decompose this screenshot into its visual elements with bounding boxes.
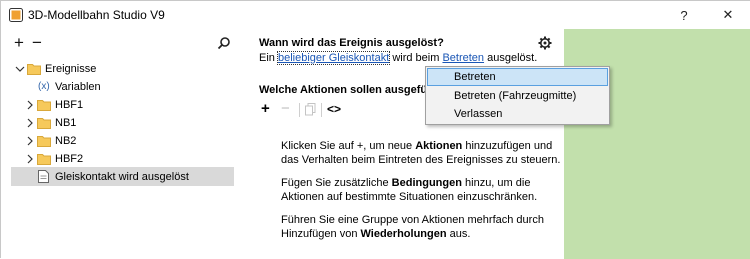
add-action-button[interactable]: + [261,101,270,116]
add-button[interactable]: + [14,34,24,51]
tree-item-label: HBF1 [55,98,84,111]
chevron-right-icon[interactable] [25,154,35,164]
tree-item-label: NB2 [55,134,77,147]
document-icon [38,170,49,183]
option-verlassen[interactable]: Verlassen [427,105,608,123]
code-block-button[interactable]: <> [327,102,341,117]
tree-item-hbf1[interactable]: HBF1 [11,95,234,114]
actions-heading: Welche Aktionen sollen ausgeführt [259,84,442,96]
help-keyword: Aktionen [415,140,463,152]
folder-icon [37,154,51,165]
remove-button[interactable]: − [32,34,42,51]
preview-panel [564,29,750,259]
sentence-text: wird beim [389,52,443,64]
toolbar-divider [321,103,322,117]
folder-icon [37,100,51,111]
trigger-type-link[interactable]: Betreten [442,52,484,64]
remove-action-button[interactable]: − [281,101,290,116]
option-betreten-fahrzeugmitte[interactable]: Betreten (Fahrzeugmitte) [427,87,608,105]
option-betreten[interactable]: Betreten [427,68,608,86]
copy-icon[interactable] [305,103,316,116]
folder-icon [37,136,51,147]
tree-item-gleiskontakt[interactable]: Gleiskontakt wird ausgelöst [11,167,234,186]
help-keyword: Wiederholungen [360,228,447,240]
tree-item-label: Variablen [55,80,101,93]
help-paragraph-actions: Klicken Sie auf +, um neue Aktionen hinz… [281,139,561,167]
help-paragraph-conditions: Fügen Sie zusätzliche Bedingungen hinzu,… [281,176,561,204]
window-title: 3D-Modellbahn Studio V9 [28,8,165,22]
chevron-right-icon[interactable] [25,136,35,146]
title-bar: 3D-Modellbahn Studio V9 ? ✕ [1,1,750,29]
sentence-text: ausgelöst. [484,52,538,64]
trigger-source-link[interactable]: beliebiger Gleiskontakt [276,51,391,65]
gear-icon[interactable] [538,36,552,50]
help-paragraph-loops: Führen Sie eine Gruppe von Aktionen mehr… [281,213,561,241]
help-button[interactable]: ? [661,1,707,29]
tree-item-label: Ereignisse [45,62,97,75]
help-text: Klicken Sie auf +, um neue [281,140,416,152]
tree-item-label: Gleiskontakt wird ausgelöst [55,170,189,183]
trigger-sentence: Ein beliebiger Gleiskontakt wird beim Be… [259,51,538,65]
help-text: Fügen Sie zusätzliche [281,177,392,189]
chevron-right-icon[interactable] [25,100,35,110]
tree-item-ereignisse[interactable]: Ereignisse [11,59,234,78]
trigger-heading: Wann wird das Ereignis ausgelöst? [259,37,444,49]
app-logo-icon [9,8,23,22]
help-keyword: Bedingungen [391,177,462,189]
close-button[interactable]: ✕ [705,1,750,29]
sentence-text: Ein [259,52,278,64]
chevron-down-icon[interactable] [15,64,25,74]
app-window: 3D-Modellbahn Studio V9 ? ✕ + − Ereignis… [0,0,750,259]
tree-item-label: NB1 [55,116,77,129]
trigger-type-dropdown: Betreten Betreten (Fahrzeugmitte) Verlas… [425,66,610,125]
folder-icon [27,64,41,75]
tree-item-nb2[interactable]: NB2 [11,131,234,150]
search-icon[interactable] [217,36,231,50]
folder-icon [37,118,51,129]
events-tree-pane: + − Ereignisse (x) Variablen HBF1 NB1 NB… [1,29,246,259]
variable-icon: (x) [38,81,50,92]
chevron-right-icon[interactable] [25,118,35,128]
tree-item-nb1[interactable]: NB1 [11,113,234,132]
tree-item-hbf2[interactable]: HBF2 [11,149,234,168]
tree-item-variablen[interactable]: (x) Variablen [11,77,234,96]
help-text: aus. [446,228,471,240]
event-editor-pane: Wann wird das Ereignis ausgelöst? Ein be… [246,29,564,259]
tree-item-label: HBF2 [55,152,84,165]
toolbar-divider [299,103,300,117]
